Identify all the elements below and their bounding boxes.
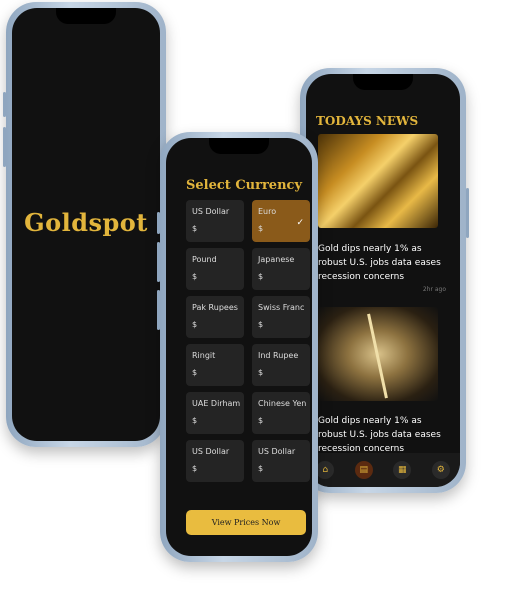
currency-tile[interactable]: Ringit $ — [186, 344, 244, 386]
currency-name: Ringit — [192, 351, 216, 360]
currency-symbol: $ — [258, 464, 264, 473]
news-time-1: 2hr ago — [422, 286, 446, 293]
currency-symbol: $ — [192, 416, 198, 425]
currency-tile[interactable]: Pound $ — [186, 248, 244, 290]
currency-tile[interactable]: US Dollar $ — [186, 440, 244, 482]
currency-tile[interactable]: US Dollar $ — [186, 200, 244, 242]
select-currency-title: Select Currency — [186, 178, 303, 193]
gold-leaf-image[interactable] — [318, 307, 438, 401]
check-icon: ✓ — [296, 218, 304, 228]
gold-bars-image[interactable] — [318, 134, 438, 228]
currency-grid: US Dollar $ Euro $ ✓ Pound $ Japanese $ Pak R… — [186, 200, 311, 482]
view-prices-button[interactable]: View Prices Now — [186, 510, 306, 535]
currency-tile[interactable]: Japanese $ — [252, 248, 310, 290]
goldspot-logo: Goldspot — [24, 208, 148, 237]
currency-tile[interactable]: US Dollar $ — [252, 440, 310, 482]
notch — [353, 74, 413, 90]
currency-symbol: $ — [258, 368, 264, 377]
currency-name: Pak Rupees — [192, 303, 238, 312]
settings-icon[interactable]: ⚙ — [431, 461, 450, 479]
currency-screen: Select Currency US Dollar $ Euro $ ✓ Pound $… — [166, 138, 312, 556]
phone-splash: Goldspot — [3, 2, 166, 447]
currency-symbol: $ — [192, 464, 198, 473]
currency-name: Ind Rupee — [258, 351, 299, 360]
home-icon[interactable]: ⌂ — [316, 461, 335, 479]
currency-name: Swiss Franc — [258, 303, 305, 312]
currency-symbol: $ — [258, 416, 264, 425]
currency-symbol: $ — [258, 224, 264, 233]
currency-symbol: $ — [192, 368, 198, 377]
notch — [56, 8, 116, 24]
news-headline-1[interactable]: Gold dips nearly 1% as robust U.S. jobs … — [318, 242, 443, 284]
currency-tile[interactable]: Chinese Yen $ — [252, 392, 310, 434]
currency-name: UAE Dirham — [192, 399, 241, 408]
currency-tile[interactable]: Pak Rupees $ — [186, 296, 244, 338]
currency-name: Euro — [258, 207, 277, 216]
phone-news: TODAYS NEWS Gold dips nearly 1% as robus… — [300, 68, 469, 493]
news-screen: TODAYS NEWS Gold dips nearly 1% as robus… — [306, 74, 460, 487]
currency-tile[interactable]: Ind Rupee $ — [252, 344, 310, 386]
document-icon[interactable]: ▤ — [354, 461, 373, 479]
currency-name: US Dollar — [192, 207, 230, 216]
currency-symbol: $ — [192, 272, 198, 281]
currency-name: Japanese — [258, 255, 295, 264]
bottom-nav: ⌂ ▤ ▦ ⚙ — [306, 453, 460, 487]
currency-name: Chinese Yen — [258, 399, 307, 408]
currency-tile[interactable]: Swiss Franc $ — [252, 296, 310, 338]
currency-symbol: $ — [258, 272, 264, 281]
news-title: TODAYS NEWS — [316, 114, 419, 128]
calculator-icon[interactable]: ▦ — [393, 461, 412, 479]
currency-symbol: $ — [258, 320, 264, 329]
news-headline-2[interactable]: Gold dips nearly 1% as robust U.S. jobs … — [318, 414, 443, 456]
currency-tile-selected[interactable]: Euro $ ✓ — [252, 200, 310, 242]
currency-symbol: $ — [192, 320, 198, 329]
currency-name: US Dollar — [192, 447, 230, 456]
currency-symbol: $ — [192, 224, 198, 233]
currency-tile[interactable]: UAE Dirham $ — [186, 392, 244, 434]
splash-screen: Goldspot — [12, 8, 160, 441]
phone-currency: Select Currency US Dollar $ Euro $ ✓ Pound $… — [157, 132, 318, 562]
currency-name: US Dollar — [258, 447, 296, 456]
notch — [209, 138, 269, 154]
currency-name: Pound — [192, 255, 217, 264]
